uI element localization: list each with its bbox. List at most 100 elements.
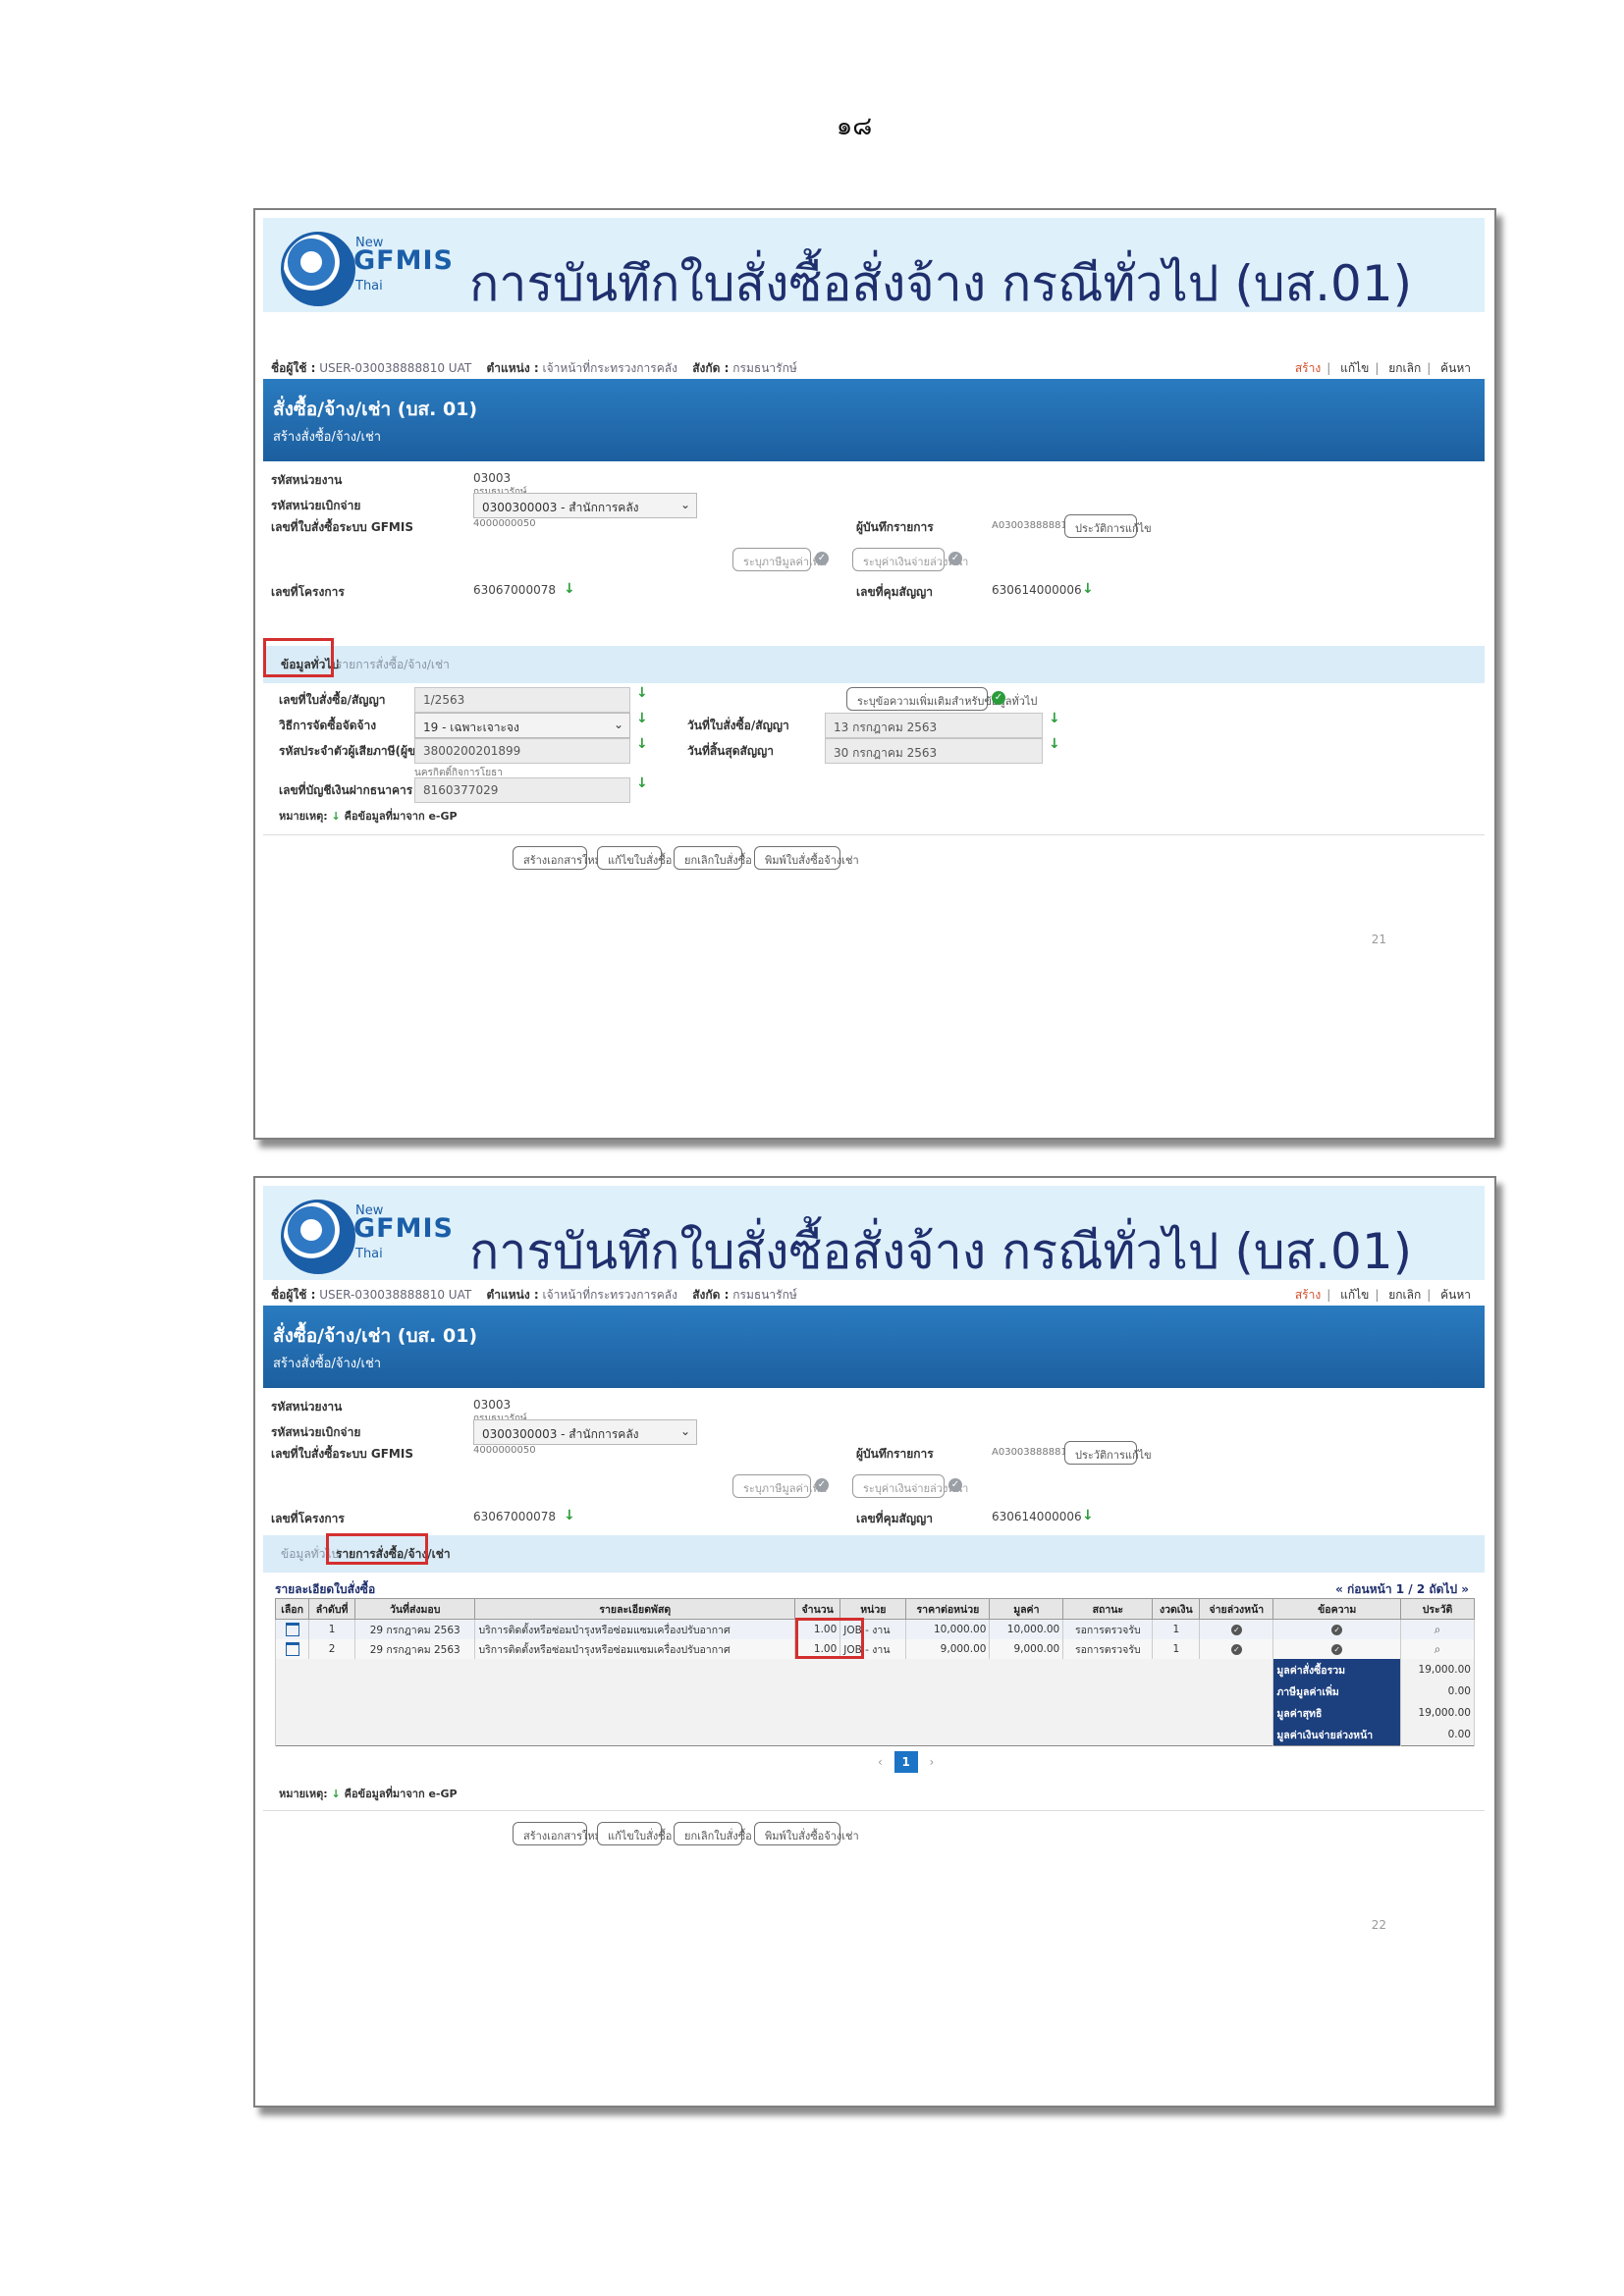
- check-icon: ✓: [948, 1478, 962, 1492]
- menu-create[interactable]: สร้าง: [1289, 1288, 1326, 1302]
- vat-button[interactable]: ระบุภาษีมูลค่าเพิ่ม: [732, 548, 827, 571]
- magnifier-icon[interactable]: ⌕: [1435, 1642, 1441, 1657]
- page-prev[interactable]: ‹: [878, 1755, 883, 1769]
- user-affiliation: กรมธนารักษ์: [732, 361, 797, 375]
- po-date-field[interactable]: 13 กรกฎาคม 2563: [825, 713, 1043, 738]
- tab-order-items[interactable]: รายการสั่งซื้อ/จ้าง/เช่า: [336, 656, 450, 674]
- gfmis-logo: New GFMIS Thai: [281, 230, 453, 306]
- egp-arrow-icon: ↓: [564, 1508, 575, 1523]
- user-id: USER-030038888810 UAT: [319, 361, 472, 375]
- divider: [263, 1810, 1485, 1811]
- menu-edit[interactable]: แก้ไข: [1334, 1288, 1375, 1302]
- advance-payment-button[interactable]: ระบุค่าเงินจ่ายล่วงหน้า: [852, 1474, 968, 1498]
- procurement-method-select[interactable]: 19 - เฉพาะเจาะจง ⌄: [414, 713, 630, 738]
- cancel-po-button[interactable]: ยกเลิกใบสั่งซื้อ: [674, 846, 752, 870]
- print-po-button[interactable]: พิมพ์ใบสั่งซื้อจ้างเช่า: [754, 846, 859, 870]
- check-circle-icon[interactable]: ✓: [1230, 1625, 1242, 1635]
- table-title-row: รายละเอียดใบสั่งซื้อ « ก่อนหน้า 1 / 2 ถั…: [275, 1580, 1475, 1598]
- new-document-button[interactable]: สร้างเอกสารใหม่: [513, 1822, 602, 1845]
- print-po-button[interactable]: พิมพ์ใบสั่งซื้อจ้างเช่า: [754, 1822, 859, 1845]
- check-icon: ✓: [992, 691, 1005, 705]
- menu-cancel[interactable]: ยกเลิก: [1382, 1288, 1427, 1302]
- summary-row: มูลค่าสั่งซื้อรวม 19,000.00: [274, 1659, 1475, 1681]
- menu-search[interactable]: ค้นหา: [1435, 1288, 1477, 1302]
- slide-header: New GFMIS Thai การบันทึกใบสั่งซื้อสั่งจ้…: [263, 218, 1485, 312]
- project-number: 63067000078: [473, 583, 556, 597]
- calendar-icon[interactable]: [285, 1623, 299, 1636]
- summary-row: มูลค่าสุทธิ 19,000.00: [274, 1702, 1475, 1724]
- check-icon: ✓: [815, 1478, 829, 1492]
- user-bar: ชื่อผู้ใช้ : USER-030038888810 UAT ตำแหน…: [263, 1282, 1485, 1304]
- disbursement-unit-select[interactable]: 0300300003 - สำนักการคลัง ⌄: [473, 1419, 697, 1445]
- dept-code: 03003: [473, 471, 512, 485]
- end-date-field[interactable]: 30 กรกฎาคม 2563: [825, 738, 1043, 764]
- bank-account-field[interactable]: 8160377029: [414, 777, 630, 803]
- user-bar: ชื่อผู้ใช้ : USER-030038888810 UAT ตำแหน…: [263, 355, 1485, 377]
- new-document-button[interactable]: สร้างเอกสารใหม่: [513, 846, 602, 870]
- advance-payment-button[interactable]: ระบุค่าเงินจ่ายล่วงหน้า: [852, 548, 968, 571]
- table-row[interactable]: 2 29 กรกฎาคม 2563 บริการติดตั้งหรือซ่อมบ…: [274, 1639, 1475, 1659]
- check-icon: ✓: [948, 552, 962, 565]
- contract-number-field[interactable]: 1/2563: [414, 687, 630, 713]
- po-gfmis-number: 4000000050: [473, 1445, 536, 1456]
- edit-po-button[interactable]: แก้ไขใบสั่งซื้อ: [597, 1822, 672, 1845]
- menu-create[interactable]: สร้าง: [1289, 361, 1326, 375]
- magnifier-icon[interactable]: ⌕: [1435, 1623, 1441, 1637]
- history-button[interactable]: ประวัติการแก้ไข: [1064, 1441, 1152, 1465]
- egp-arrow-icon: ↓: [1082, 1508, 1094, 1523]
- chevron-down-icon: ⌄: [679, 498, 690, 511]
- section-band: สั่งซื้อ/จ้าง/เช่า (บส. 01) สร้างสั่งซื้…: [263, 1306, 1485, 1388]
- egp-arrow-icon: ↓: [636, 685, 648, 701]
- project-number: 63067000078: [473, 1510, 556, 1523]
- status-badge: รอการตรวจรับ: [1062, 1619, 1154, 1639]
- egp-note: หมายเหตุ: ↓ คือข้อมูลที่มาจาก e-GP: [279, 1788, 458, 1800]
- menu-edit[interactable]: แก้ไข: [1334, 361, 1375, 375]
- slide-header: New GFMIS Thai การบันทึกใบสั่งซื้อสั่งจ้…: [263, 1186, 1485, 1280]
- section-band: สั่งซื้อ/จ้าง/เช่า (บส. 01) สร้างสั่งซื้…: [263, 379, 1485, 461]
- section-subtitle: สร้างสั่งซื้อ/จ้าง/เช่า: [273, 1357, 382, 1371]
- egp-arrow-icon: ↓: [1049, 711, 1060, 726]
- vendor-tax-id-field[interactable]: 3800200201899: [414, 738, 630, 764]
- page-next[interactable]: ›: [929, 1755, 934, 1769]
- slide-number: 21: [1371, 933, 1386, 946]
- po-form: รหัสหน่วยงาน 03003 กรมธนารักษ์ รหัสหน่วย…: [263, 461, 1485, 1138]
- slide-general-info: New GFMIS Thai การบันทึกใบสั่งซื้อสั่งจ้…: [253, 208, 1496, 1140]
- section-title: สั่งซื้อ/จ้าง/เช่า (บส. 01): [273, 399, 478, 420]
- table-row[interactable]: 1 29 กรกฎาคม 2563 บริการติดตั้งหรือซ่อมบ…: [274, 1619, 1475, 1639]
- check-circle-icon[interactable]: ✓: [1331, 1644, 1343, 1655]
- history-button[interactable]: ประวัติการแก้ไข: [1064, 514, 1152, 538]
- gfmis-logo-icon: [281, 1200, 355, 1274]
- egp-arrow-icon: ↓: [564, 581, 575, 597]
- vat-button[interactable]: ระบุภาษีมูลค่าเพิ่ม: [732, 1474, 827, 1498]
- egp-arrow-icon: ↓: [636, 711, 648, 726]
- extra-text-button[interactable]: ระบุข้อความเพิ่มเติมสำหรับข้อมูลทั่วไป: [846, 687, 1037, 711]
- highlight-general-tab: [263, 638, 334, 677]
- table-pager[interactable]: « ก่อนหน้า 1 / 2 ถัดไป »: [1335, 1580, 1469, 1599]
- order-items-table: เลือก ลำดับที่ วันที่ส่งมอบ รายละเอียดพั…: [274, 1598, 1475, 1746]
- cancel-po-button[interactable]: ยกเลิกใบสั่งซื้อ: [674, 1822, 752, 1845]
- gfmis-logo-icon: [281, 232, 355, 306]
- user-affiliation: กรมธนารักษ์: [732, 1288, 797, 1302]
- disbursement-unit-select[interactable]: 0300300003 - สำนักการคลัง ⌄: [473, 493, 697, 518]
- control-number: 630614000006: [992, 1510, 1082, 1523]
- status-badge: รอการตรวจรับ: [1062, 1639, 1154, 1659]
- egp-arrow-icon: ↓: [331, 810, 341, 823]
- check-circle-icon[interactable]: ✓: [1230, 1644, 1242, 1655]
- calendar-icon[interactable]: [285, 1642, 299, 1656]
- po-gfmis-number: 4000000050: [473, 518, 536, 529]
- highlight-status-column: [795, 1618, 864, 1659]
- chevron-down-icon: ⌄: [613, 718, 623, 731]
- egp-arrow-icon: ↓: [636, 775, 648, 791]
- egp-arrow-icon: ↓: [636, 736, 648, 752]
- check-icon: ✓: [815, 552, 829, 565]
- menu-search[interactable]: ค้นหา: [1435, 361, 1477, 375]
- po-form: รหัสหน่วยงาน 03003 กรมธนารักษ์ รหัสหน่วย…: [263, 1388, 1485, 2065]
- page-current[interactable]: 1: [893, 1751, 918, 1773]
- table-header-row: เลือก ลำดับที่ วันที่ส่งมอบ รายละเอียดพั…: [274, 1598, 1475, 1620]
- divider: [263, 834, 1485, 835]
- section-title: สั่งซื้อ/จ้าง/เช่า (บส. 01): [273, 1325, 478, 1347]
- check-circle-icon[interactable]: ✓: [1331, 1625, 1343, 1635]
- edit-po-button[interactable]: แก้ไขใบสั่งซื้อ: [597, 846, 672, 870]
- page-number: ๑๘: [836, 112, 873, 141]
- menu-cancel[interactable]: ยกเลิก: [1382, 361, 1427, 375]
